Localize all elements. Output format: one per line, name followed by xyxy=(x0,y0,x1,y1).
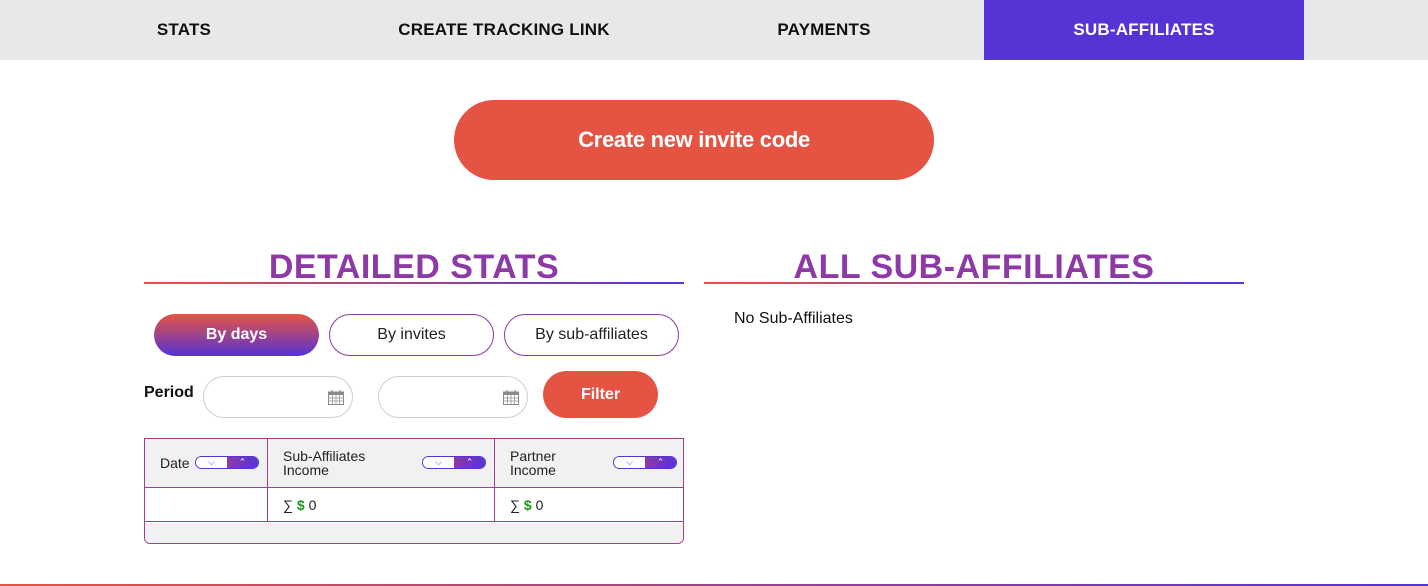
all-sub-affiliates-panel: ALL SUB-AFFILIATES No Sub-Affiliates xyxy=(704,220,1244,544)
sort-descending-icon[interactable]: ⌵ xyxy=(614,457,645,468)
table-header: Date ⌵ ⌃ Sub-Affiliates Income ⌵ ⌃ Partn… xyxy=(145,439,683,488)
by-days-button[interactable]: By days xyxy=(154,314,319,356)
calendar-icon[interactable] xyxy=(328,390,344,405)
table-row: ∑ $ 0 ∑ $ 0 xyxy=(145,488,683,522)
column-header-partner-income: Partner Income ⌵ ⌃ xyxy=(495,439,683,488)
sort-ascending-icon[interactable]: ⌃ xyxy=(227,457,258,468)
sub-affiliates-income-total: ∑ $ 0 xyxy=(283,497,316,513)
sort-ascending-icon[interactable]: ⌃ xyxy=(454,457,485,468)
date-from-input[interactable] xyxy=(203,376,353,418)
sort-descending-icon[interactable]: ⌵ xyxy=(196,457,227,468)
top-nav: STATS CREATE TRACKING LINK PAYMENTS SUB-… xyxy=(0,0,1428,60)
filter-button[interactable]: Filter xyxy=(543,371,658,418)
amount: 0 xyxy=(535,497,544,513)
table-footer xyxy=(145,523,683,543)
partner-income-total: ∑ $ 0 xyxy=(510,497,543,513)
currency-symbol: $ xyxy=(523,497,532,513)
sort-descending-icon[interactable]: ⌵ xyxy=(423,457,454,468)
create-invite-code-button[interactable]: Create new invite code xyxy=(454,100,934,180)
tab-stats[interactable]: STATS xyxy=(24,0,344,60)
partner-income-cell: ∑ $ 0 xyxy=(495,488,683,522)
column-label: Date xyxy=(160,455,190,471)
tab-create-tracking-link[interactable]: CREATE TRACKING LINK xyxy=(344,0,664,60)
column-label: Partner xyxy=(510,448,556,464)
column-header-sub-affiliates-income: Sub-Affiliates Income ⌵ ⌃ xyxy=(268,439,495,488)
sub-affiliates-income-cell: ∑ $ 0 xyxy=(268,488,495,522)
by-invites-button[interactable]: By invites xyxy=(329,314,494,356)
title-divider xyxy=(704,282,1244,284)
by-sub-affiliates-button[interactable]: By sub-affiliates xyxy=(504,314,679,356)
column-header-date: Date ⌵ ⌃ xyxy=(145,439,268,488)
empty-message: No Sub-Affiliates xyxy=(734,310,853,327)
date-cell xyxy=(145,488,268,522)
tab-sub-affiliates[interactable]: SUB-AFFILIATES xyxy=(984,0,1304,60)
currency-symbol: $ xyxy=(296,497,305,513)
calendar-icon[interactable] xyxy=(503,390,519,405)
column-label: Sub-Affiliates xyxy=(283,448,366,464)
sort-control: ⌵ ⌃ xyxy=(195,456,259,469)
amount: 0 xyxy=(308,497,317,513)
sum-symbol: ∑ xyxy=(510,497,520,513)
sort-control: ⌵ ⌃ xyxy=(613,456,677,469)
title-divider xyxy=(144,282,684,284)
sort-ascending-icon[interactable]: ⌃ xyxy=(645,457,676,468)
sort-control: ⌵ ⌃ xyxy=(422,456,486,469)
sum-symbol: ∑ xyxy=(283,497,293,513)
column-label: Income xyxy=(510,462,556,478)
stats-table: Date ⌵ ⌃ Sub-Affiliates Income ⌵ ⌃ Partn… xyxy=(144,438,684,544)
period-label: Period xyxy=(144,384,194,401)
detailed-stats-panel: DETAILED STATS By days By invites By sub… xyxy=(144,220,684,544)
tab-payments[interactable]: PAYMENTS xyxy=(664,0,984,60)
column-label: Income xyxy=(283,462,329,478)
date-to-input[interactable] xyxy=(378,376,528,418)
